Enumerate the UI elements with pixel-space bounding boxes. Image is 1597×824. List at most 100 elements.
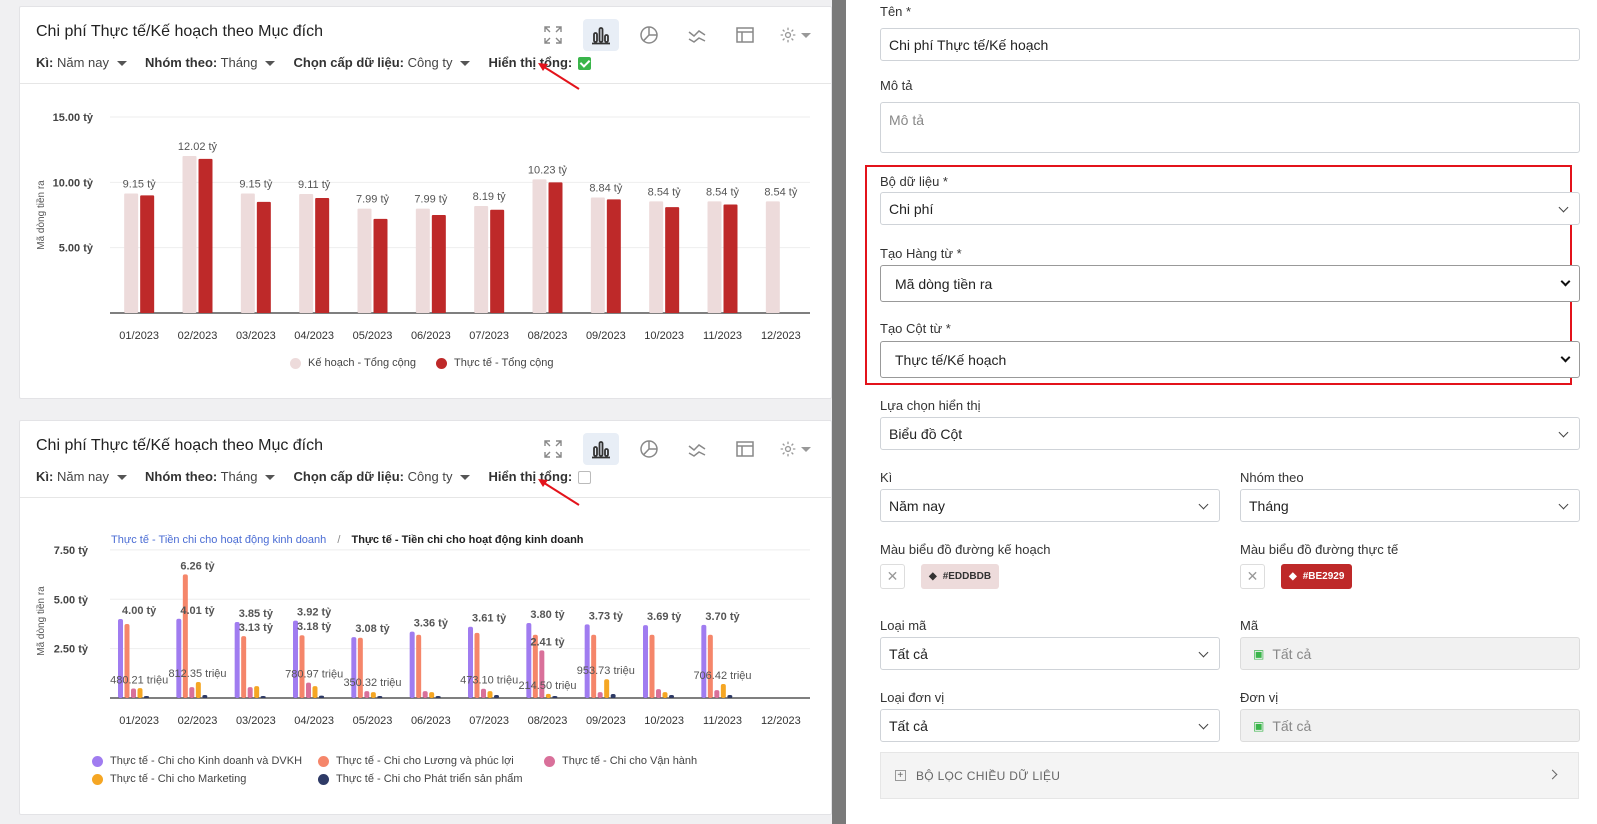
code-type-value: Tất cả (889, 645, 928, 662)
plan-color-picker[interactable]: ◆ #EDDBDB (921, 564, 1000, 589)
unit-value: Tất cả (1272, 717, 1312, 734)
bar-chart-icon[interactable] (583, 433, 619, 465)
legend-dot (544, 755, 555, 767)
bar-actual (723, 204, 738, 313)
line-chart-icon[interactable] (679, 19, 715, 51)
bar-series-3 (714, 690, 720, 698)
legend-item-actual[interactable]: Thực tế - Tổng cộng (436, 357, 554, 369)
x-tick-label: 05/2023 (353, 715, 393, 727)
data-label: 8.19 tỷ (473, 191, 507, 203)
bar-series-5 (552, 696, 558, 698)
period-filter[interactable]: Kì: Năm nay (36, 469, 127, 484)
bar-chart-breakdown: 2.50 tỷ 5.00 tỷ 7.50 tỷ Mã dòng tiền ra 01/2… (35, 545, 810, 727)
group-filter[interactable]: Nhóm theo: Tháng (145, 55, 276, 70)
bar-series-4 (254, 686, 260, 698)
annotation-arrow (538, 479, 580, 506)
bar-plan (415, 208, 430, 313)
close-icon[interactable]: ✕ (880, 564, 905, 589)
display-select[interactable]: Biểu đồ Cột (880, 417, 1580, 450)
close-icon[interactable]: ✕ (1240, 564, 1265, 589)
period-value: Năm nay (889, 497, 946, 514)
level-filter[interactable]: Chọn cấp dữ liệu: Công ty (293, 469, 471, 484)
plus-icon: + (895, 770, 906, 781)
legend-label: Thực tế - Chi cho Vận hành (562, 755, 698, 767)
data-label: 3.73 tỷ (589, 610, 624, 622)
description-input[interactable]: Mô tả (880, 102, 1580, 153)
period-select[interactable]: Năm nay (880, 489, 1220, 522)
chevron-right-icon (1547, 769, 1558, 780)
data-label: 10.23 tỷ (528, 164, 568, 176)
bar-series-3 (597, 692, 603, 698)
unit-type-select[interactable]: Tất cả (880, 709, 1220, 742)
bar-series-5 (144, 696, 149, 698)
data-label: 9.15 tỷ (239, 178, 273, 190)
display-label: Lựa chọn hiển thị (880, 398, 981, 413)
legend-item-plan[interactable]: Kế hoạch - Tổng cộng (290, 357, 416, 369)
legend-dot (290, 357, 301, 369)
plan-color-label: Màu biểu đồ đường kế hoạch (880, 542, 1051, 557)
bar-series-3 (131, 688, 136, 698)
data-label: 3.61 tỷ (472, 613, 507, 625)
legend-item-s1[interactable]: Thực tế - Chi cho Kinh doanh và DVKH (92, 755, 302, 767)
pie-chart-icon[interactable] (631, 433, 667, 465)
rows-select[interactable]: Mã dòng tiền ra (880, 265, 1580, 302)
table-icon[interactable] (727, 19, 763, 51)
x-tick-label: 09/2023 (586, 715, 626, 727)
bar-chart-icon[interactable] (583, 19, 619, 51)
expand-icon[interactable] (535, 19, 571, 51)
data-label: 9.15 tỷ (123, 178, 157, 190)
legend-dot (92, 755, 103, 767)
legend-item-s3[interactable]: Thực tế - Chi cho Vận hành (544, 755, 697, 767)
name-input[interactable]: Chi phí Thực tế/Kế hoạch (880, 28, 1580, 61)
x-tick-label: 03/2023 (236, 715, 276, 727)
bar-series-1 (701, 624, 707, 698)
bar-actual (373, 218, 388, 313)
table-icon[interactable] (727, 433, 763, 465)
y-tick-label: 7.50 tỷ (54, 545, 89, 557)
bar-plan (474, 205, 489, 313)
bar-actual (198, 158, 213, 313)
dimension-filter-bar[interactable]: + BỘ LỌC CHIỀU DỮ LIỆU (880, 752, 1579, 799)
data-label: 473.10 triệu (460, 675, 518, 687)
group-filter[interactable]: Nhóm theo: Tháng (145, 469, 276, 484)
legend-label: Thực tế - Chi cho Phát triển sản phẩm (336, 773, 523, 785)
line-chart-icon[interactable] (679, 433, 715, 465)
expand-icon[interactable] (535, 433, 571, 465)
paint-bucket-icon: ◆ (1289, 571, 1297, 582)
level-filter[interactable]: Chọn cấp dữ liệu: Công ty (293, 55, 471, 70)
legend-dot (318, 773, 329, 785)
x-tick-label: 05/2023 (353, 330, 393, 342)
code-type-select[interactable]: Tất cả (880, 637, 1220, 670)
columns-label: Tạo Cột từ * (880, 321, 951, 336)
group-select[interactable]: Tháng (1240, 489, 1580, 522)
legend-item-s2[interactable]: Thực tế - Chi cho Lương và phúc lợi (318, 755, 514, 767)
dataset-select[interactable]: Chi phí (880, 192, 1580, 225)
gear-icon[interactable] (775, 433, 815, 465)
gear-icon[interactable] (775, 19, 815, 51)
x-tick-label: 01/2023 (119, 715, 159, 727)
code-input: ▣ Tất cả (1240, 637, 1580, 670)
data-label: 953.73 triệu (577, 665, 635, 677)
x-tick-label: 03/2023 (236, 330, 276, 342)
legend-item-s5[interactable]: Thực tế - Chi cho Phát triển sản phẩm (318, 773, 523, 785)
bar-series-5 (669, 695, 674, 698)
lock-icon: ▣ (1253, 646, 1265, 661)
bar-actual (431, 215, 446, 313)
pie-chart-icon[interactable] (631, 19, 667, 51)
legend-item-s4[interactable]: Thực tế - Chi cho Marketing (92, 773, 246, 785)
unit-type-label: Loại đơn vị (880, 690, 945, 705)
actual-color-picker[interactable]: ◆ #BE2929 (1281, 564, 1353, 589)
rows-value: Mã dòng tiền ra (895, 275, 993, 292)
paint-bucket-icon: ◆ (929, 571, 937, 582)
data-label: 3.36 tỷ (414, 618, 449, 630)
columns-select[interactable]: Thực tế/Kế hoạch (880, 341, 1580, 378)
x-tick-label: 06/2023 (411, 330, 451, 342)
data-label: 3.18 tỷ (297, 621, 332, 633)
chevron-down-icon (1198, 499, 1209, 510)
dataset-label: Bộ dữ liệu * (880, 174, 948, 189)
panel-divider (832, 0, 846, 824)
period-filter[interactable]: Kì: Năm nay (36, 55, 127, 70)
description-label: Mô tả (880, 78, 913, 93)
bar-series-5 (727, 695, 733, 698)
chart-card-total: Chi phí Thực tế/Kế hoạch theo Mục đích K… (19, 6, 832, 399)
